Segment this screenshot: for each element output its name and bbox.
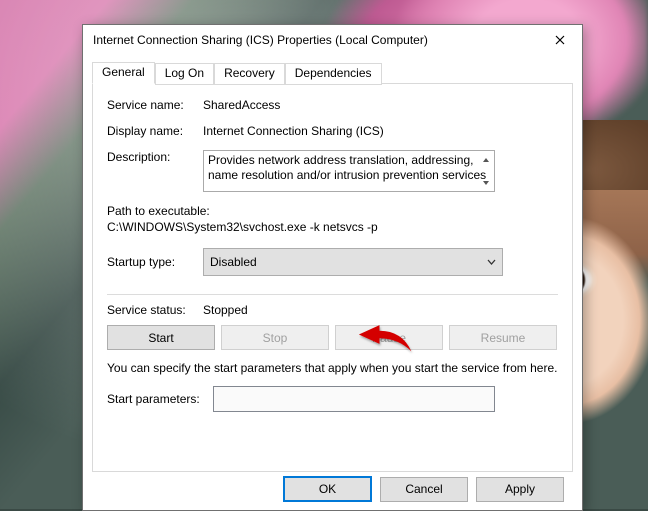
description-scrollbar[interactable] [477, 151, 494, 191]
divider [107, 294, 558, 295]
cancel-button[interactable]: Cancel [380, 477, 468, 502]
tab-panel-general: Service name: SharedAccess Display name:… [92, 83, 573, 472]
label-service-name: Service name: [107, 98, 203, 112]
close-icon [555, 35, 565, 45]
note-text: You can specify the start parameters tha… [107, 360, 558, 376]
row-description: Description: Provides network address tr… [107, 150, 558, 192]
tab-general[interactable]: General [92, 62, 155, 84]
description-textbox[interactable]: Provides network address translation, ad… [203, 150, 495, 192]
tab-recovery[interactable]: Recovery [214, 63, 285, 85]
value-service-name: SharedAccess [203, 98, 558, 112]
scroll-up-icon[interactable] [477, 151, 494, 168]
label-display-name: Display name: [107, 124, 203, 138]
apply-button[interactable]: Apply [476, 477, 564, 502]
value-description: Provides network address translation, ad… [208, 153, 486, 182]
startup-type-select[interactable]: Disabled [203, 248, 503, 276]
titlebar[interactable]: Internet Connection Sharing (ICS) Proper… [83, 25, 582, 55]
resume-button: Resume [449, 325, 557, 350]
value-display-name: Internet Connection Sharing (ICS) [203, 124, 558, 138]
window-title: Internet Connection Sharing (ICS) Proper… [93, 33, 537, 47]
tab-log-on[interactable]: Log On [155, 63, 214, 85]
start-parameters-input[interactable] [213, 386, 495, 412]
row-service-status: Service status: Stopped [107, 303, 558, 317]
label-path: Path to executable: [107, 204, 558, 218]
label-startup-type: Startup type: [107, 255, 203, 269]
label-description: Description: [107, 150, 203, 164]
properties-dialog: Internet Connection Sharing (ICS) Proper… [82, 24, 583, 511]
close-button[interactable] [537, 25, 582, 55]
row-display-name: Display name: Internet Connection Sharin… [107, 124, 558, 138]
pause-button: Pause [335, 325, 443, 350]
row-startup-type: Startup type: Disabled [107, 248, 558, 276]
value-service-status: Stopped [203, 303, 558, 317]
value-path: C:\WINDOWS\System32\svchost.exe -k netsv… [107, 220, 558, 234]
start-button[interactable]: Start [107, 325, 215, 350]
tab-strip: General Log On Recovery Dependencies [92, 62, 573, 84]
startup-type-value: Disabled [210, 255, 257, 269]
scroll-down-icon[interactable] [477, 174, 494, 191]
service-control-buttons: Start Stop Pause Resume [107, 325, 558, 350]
dialog-body: General Log On Recovery Dependencies Ser… [83, 55, 582, 510]
label-service-status: Service status: [107, 303, 203, 317]
row-start-parameters: Start parameters: [107, 386, 558, 412]
label-start-parameters: Start parameters: [107, 392, 213, 406]
ok-button[interactable]: OK [283, 476, 372, 502]
row-service-name: Service name: SharedAccess [107, 98, 558, 112]
tab-dependencies[interactable]: Dependencies [285, 63, 382, 85]
chevron-down-icon [487, 257, 496, 268]
dialog-action-buttons: OK Cancel Apply [92, 476, 573, 502]
stop-button: Stop [221, 325, 329, 350]
